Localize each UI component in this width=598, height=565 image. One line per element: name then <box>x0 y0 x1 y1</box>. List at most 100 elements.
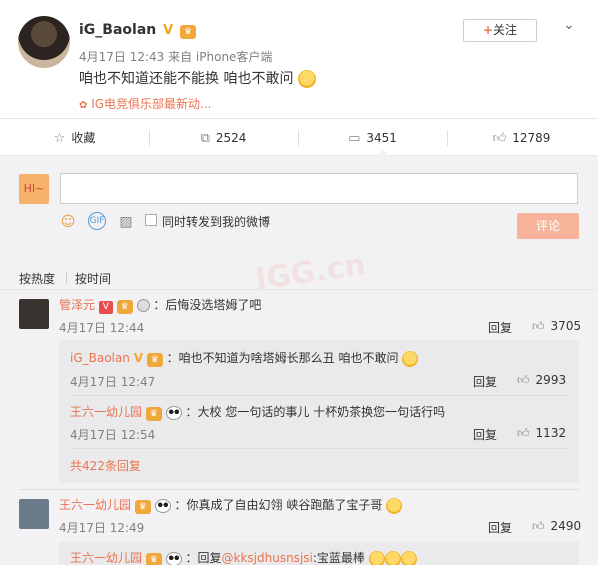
emoji-picker-icon[interactable]: ☺ <box>58 212 78 232</box>
reply-author[interactable]: 王六一幼儿园 <box>70 551 142 565</box>
reply-author[interactable]: 王六一幼儿园 <box>70 405 142 419</box>
post-username[interactable]: iG_Baolan V ♛ <box>79 22 196 39</box>
more-replies-link[interactable]: 共422条回复 <box>70 457 141 474</box>
favorite-label: 收藏 <box>71 131 96 145</box>
submit-comment-button[interactable]: 评论 <box>517 213 579 239</box>
comment-text: ：你真成了自由幻翎 峡谷跑酷了宝子哥 <box>174 498 383 512</box>
comment-time: 4月17日 12:44 <box>59 321 145 335</box>
like-count: 2490 <box>550 519 582 533</box>
divider <box>66 272 67 283</box>
chevron-down-icon[interactable]: ⌄ <box>563 17 575 33</box>
verified-v-icon: V <box>163 23 174 38</box>
reply-header: iG_Baolan V ♛ ：咱也不知道为啥塔姆长那么丑 咱也不敢问 <box>70 349 419 367</box>
reply-like-button[interactable]: 👍︎ 2993 <box>517 373 566 388</box>
follow-button[interactable]: +关注 <box>463 19 537 42</box>
medal-icon <box>136 299 150 312</box>
verified-red-v-icon: V <box>98 301 113 314</box>
comment-like-button[interactable]: 👍︎ 2490 <box>532 519 581 534</box>
divider <box>70 448 568 449</box>
comment-icon: ▭ <box>348 131 361 146</box>
reply-author[interactable]: iG_Baolan <box>70 351 130 365</box>
thumbs-up-icon: 👍︎ <box>517 373 530 387</box>
emoji-icon <box>297 70 316 88</box>
comment-header: 王六一幼儿园 ♛ ：你真成了自由幻翎 峡谷跑酷了宝子哥 <box>59 496 403 514</box>
like-button[interactable]: 👍︎ 12789 <box>447 119 596 157</box>
crying-emoji-icon <box>402 350 419 367</box>
emoji-icon <box>400 550 417 565</box>
plus-icon: + <box>482 23 494 37</box>
favorite-button[interactable]: ☆ 收藏 <box>0 119 149 157</box>
emoji-icon <box>368 550 385 565</box>
reply-text: ：咱也不知道为啥塔姆长那么丑 咱也不敢问 <box>166 351 399 365</box>
like-count: 2993 <box>535 373 567 387</box>
divider <box>0 289 598 290</box>
reply-like-button[interactable]: 👍︎ 1132 <box>517 426 566 441</box>
member-crown-icon: ♛ <box>180 25 196 39</box>
my-avatar: HI~ <box>19 174 49 204</box>
reply-text: ：大校 您一句话的事儿 十杯奶茶换您一句话行吗 <box>185 405 446 419</box>
repost-checkbox[interactable] <box>145 214 157 226</box>
user-avatar[interactable] <box>18 16 70 68</box>
member-crown-icon: ♛ <box>145 553 162 565</box>
comment-count: 3451 <box>366 131 397 145</box>
repost-count: 2524 <box>215 131 247 145</box>
comment-time: 4月17日 12:49 <box>59 521 145 535</box>
like-count: 12789 <box>512 131 551 145</box>
comment-header: 管泽元 V ♛ ：后悔没选塔姆了吧 <box>59 296 261 314</box>
post-body: 咱也不知道还能不能换 咱也不敢问 <box>79 71 294 87</box>
member-crown-icon: ♛ <box>116 300 133 314</box>
sort-by-time-tab[interactable]: 按时间 <box>75 270 111 287</box>
follow-label: 关注 <box>493 23 518 37</box>
like-count: 1132 <box>535 426 567 440</box>
mention-link[interactable]: @kksjdhusnsjsi <box>222 551 313 565</box>
reply-header: 王六一幼儿园 ♛ ：大校 您一句话的事儿 十杯奶茶换您一句话行吗 <box>70 403 445 421</box>
repost-label: 同时转发到我的微博 <box>162 215 271 229</box>
reply-header: 王六一幼儿园 ♛ ：回复@kksjdhusnsjsi:宝蓝最棒 <box>70 549 417 565</box>
reply-time: 4月17日 12:54 <box>70 428 156 442</box>
like-count: 3705 <box>550 319 582 333</box>
member-crown-icon: ♛ <box>146 353 163 367</box>
comment-like-button[interactable]: 👍︎ 3705 <box>532 319 581 334</box>
reply-button[interactable]: 回复 <box>473 373 497 390</box>
caret-pointer <box>376 150 390 157</box>
reply-text: ：回复 <box>185 551 222 565</box>
post-source-link[interactable]: ✿ IG电竞俱乐部最新动... <box>79 95 212 112</box>
comment-author[interactable]: 管泽元 <box>59 298 95 312</box>
repost-button[interactable]: ⧉ 2524 <box>149 119 298 157</box>
comment-input[interactable] <box>60 173 578 204</box>
reply-button[interactable]: 回复 <box>473 426 497 443</box>
comment-text: ：后悔没选塔姆了吧 <box>153 298 262 312</box>
comment-avatar[interactable] <box>19 499 49 529</box>
divider <box>19 489 579 490</box>
reply-text: :宝蓝最棒 <box>312 551 365 565</box>
comment-author[interactable]: 王六一幼儿园 <box>59 498 131 512</box>
image-icon[interactable]: ▨ <box>116 212 136 232</box>
verified-v-icon: V <box>133 351 143 365</box>
reply-button[interactable]: 回复 <box>488 319 512 336</box>
thumbs-up-icon: 👍︎ <box>492 131 507 146</box>
action-bar: ☆ 收藏 ⧉ 2524 ▭ 3451 👍︎ 12789 <box>0 118 598 156</box>
emoji-icon <box>384 550 401 565</box>
panda-icon <box>154 498 171 513</box>
location-pin-icon: ✿ <box>79 100 88 111</box>
emoji-icon <box>386 497 403 514</box>
comment-avatar[interactable] <box>19 299 49 329</box>
panda-icon <box>165 405 182 420</box>
member-crown-icon: ♛ <box>145 407 162 421</box>
thumbs-up-icon: 👍︎ <box>517 426 530 440</box>
divider <box>70 395 568 396</box>
sort-by-hot-tab[interactable]: 按热度 <box>19 270 55 287</box>
post-meta: 4月17日 12:43 来自 iPhone客户端 <box>79 50 273 64</box>
panda-icon <box>165 551 182 565</box>
repost-icon: ⧉ <box>200 131 210 146</box>
post-text: 咱也不知道还能不能换 咱也不敢问 <box>79 68 316 88</box>
thumbs-up-icon: 👍︎ <box>532 319 545 333</box>
star-icon: ☆ <box>53 131 66 146</box>
source-text: IG电竞俱乐部最新动... <box>91 97 212 111</box>
username-text[interactable]: iG_Baolan <box>79 22 156 38</box>
member-crown-icon: ♛ <box>134 500 151 514</box>
thumbs-up-icon: 👍︎ <box>532 519 545 533</box>
reply-button[interactable]: 回复 <box>488 519 512 536</box>
gif-icon[interactable]: GIF <box>88 212 106 230</box>
comment-button[interactable]: ▭ 3451 <box>298 119 447 157</box>
